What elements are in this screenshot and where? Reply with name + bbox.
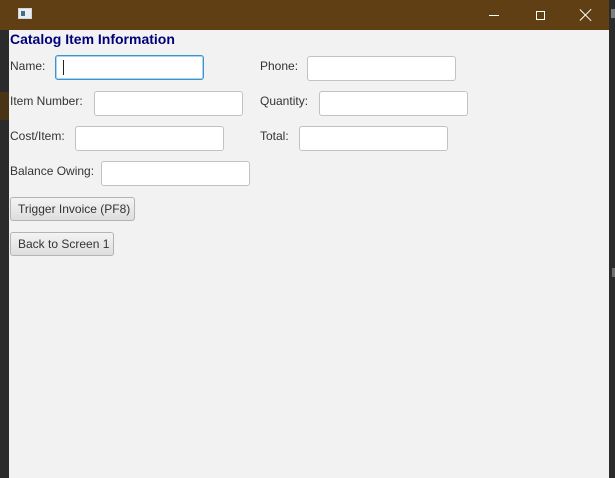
quantity-label: Quantity: — [260, 94, 309, 108]
balance-owing-label: Balance Owing: — [10, 164, 95, 178]
form-heading: Catalog Item Information — [10, 31, 175, 47]
text-caret — [63, 60, 64, 75]
minimize-button[interactable] — [471, 0, 517, 30]
item-number-label: Item Number: — [10, 94, 83, 108]
desktop: Catalog Item Information Name: Phone: It… — [0, 0, 615, 478]
cost-item-field[interactable] — [75, 126, 224, 151]
background-window-strip — [0, 92, 9, 120]
total-label: Total: — [260, 129, 289, 143]
name-label: Name: — [10, 59, 46, 73]
back-to-screen-1-button[interactable]: Back to Screen 1 — [10, 232, 114, 256]
close-icon — [579, 8, 593, 22]
cost-item-label: Cost/Item: — [10, 129, 65, 143]
phone-label: Phone: — [260, 59, 299, 73]
name-field[interactable] — [55, 55, 204, 80]
item-number-field[interactable] — [94, 91, 243, 116]
maximize-icon — [535, 10, 545, 20]
quantity-field[interactable] — [319, 91, 468, 116]
total-field[interactable] — [299, 126, 448, 151]
maximize-button[interactable] — [517, 0, 563, 30]
balance-owing-field[interactable] — [101, 161, 250, 186]
background-window-glyph — [611, 9, 615, 18]
phone-field[interactable] — [307, 56, 456, 81]
minimize-icon — [489, 14, 499, 16]
trigger-invoice-button[interactable]: Trigger Invoice (PF8) — [10, 197, 135, 221]
background-window-edge — [609, 0, 615, 478]
app-window-icon — [18, 8, 32, 19]
window-title-bar[interactable] — [0, 0, 609, 30]
close-button[interactable] — [563, 0, 609, 30]
